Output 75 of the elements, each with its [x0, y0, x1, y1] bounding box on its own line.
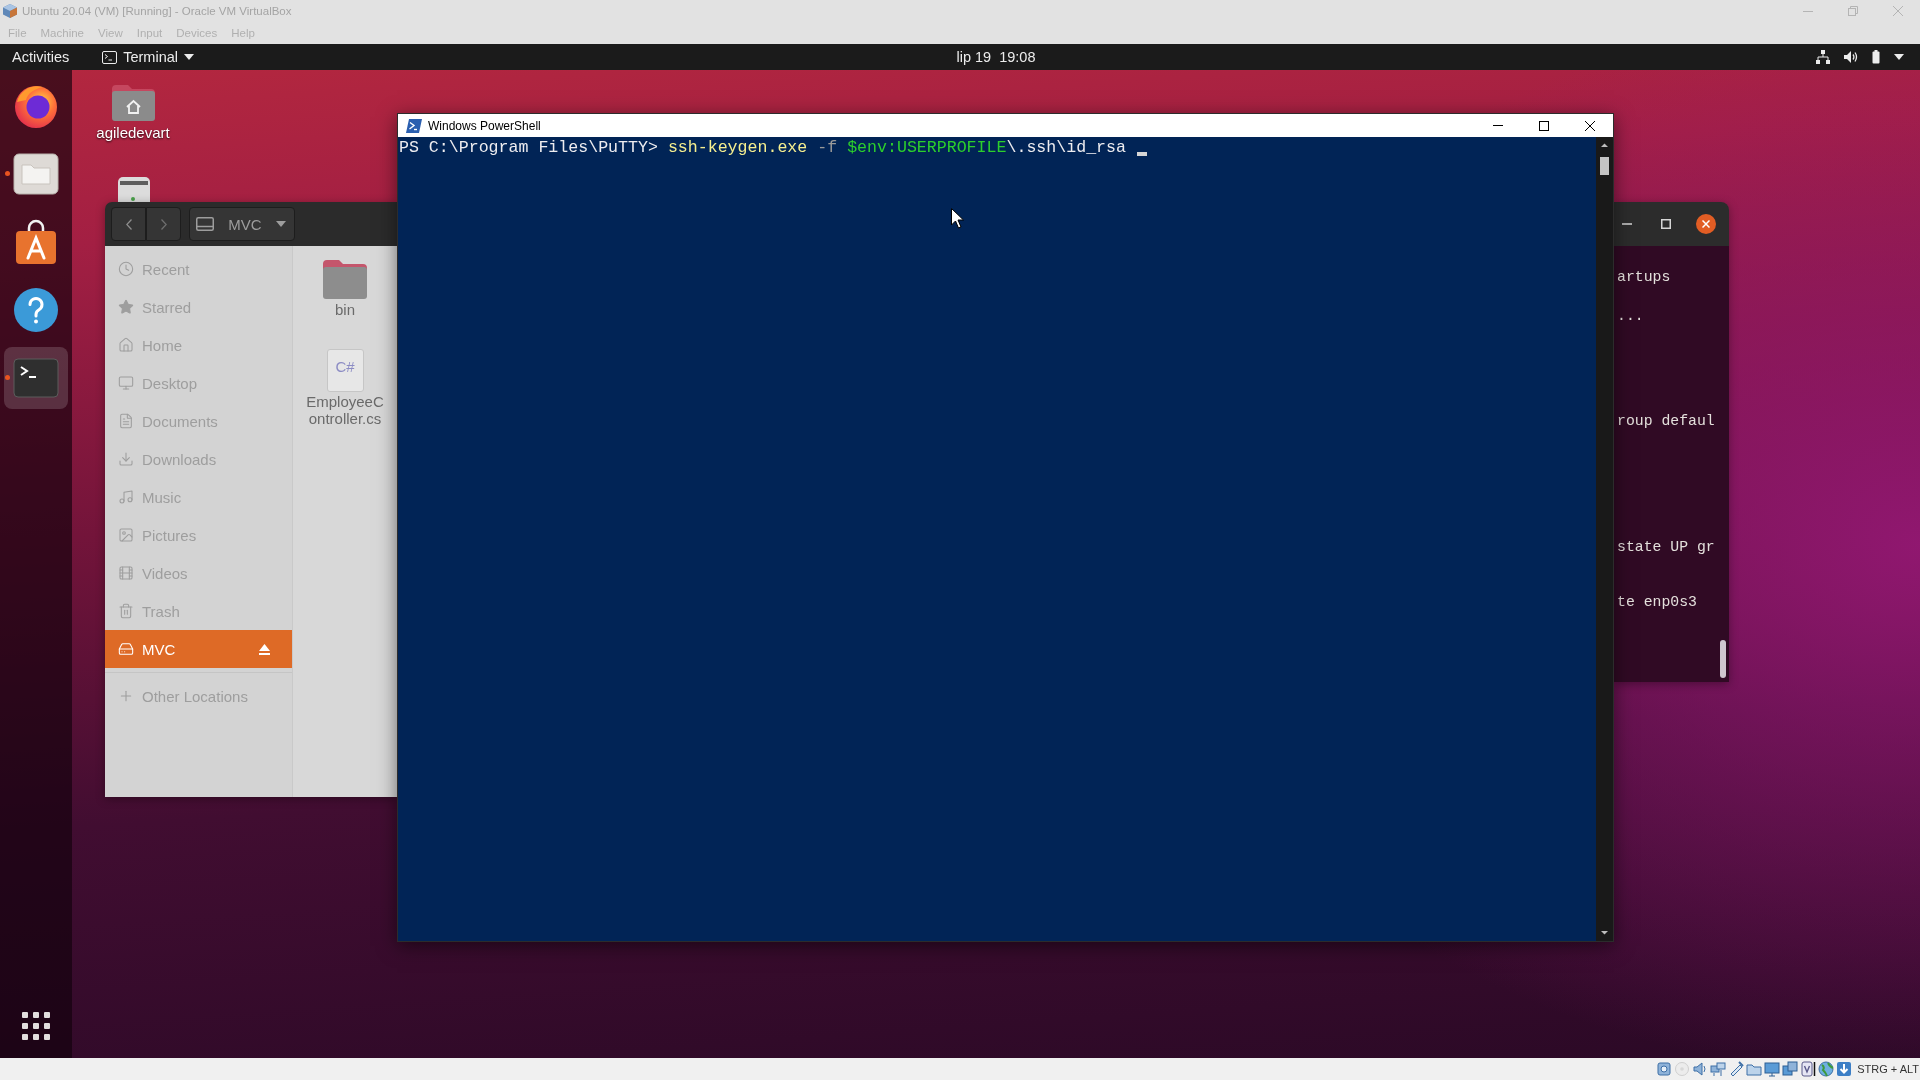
drive-icon[interactable] [116, 176, 152, 202]
scroll-thumb[interactable] [1600, 157, 1609, 175]
folder-icon [13, 153, 59, 195]
close-icon [1585, 120, 1595, 131]
terminal-line: ... [1617, 307, 1644, 326]
minimize-icon [1493, 125, 1503, 126]
cube-icon [2, 3, 18, 19]
sidebar-item[interactable]: MVC [105, 630, 292, 668]
terminal-line: state UP gr [1617, 538, 1715, 557]
desktop-shortcut[interactable]: agiledevart [88, 83, 178, 142]
grid-icon [22, 1012, 50, 1040]
music-note-icon [118, 489, 134, 505]
path-button[interactable]: MVC [189, 207, 295, 241]
speaker-icon[interactable] [1692, 1061, 1709, 1077]
back-button[interactable] [111, 207, 146, 241]
speaker-icon [1844, 50, 1858, 64]
shopping-bag-icon [14, 219, 58, 265]
maximize-icon [1661, 219, 1671, 229]
monitor-icon [118, 375, 134, 391]
code-file-icon: C# [326, 348, 364, 392]
minimize-icon [1802, 10, 1813, 12]
terminal-line: te enp0s3 [1617, 593, 1697, 612]
globe-icon [13, 83, 59, 129]
minimize-icon [1622, 223, 1632, 225]
close-icon [1892, 6, 1903, 16]
caret-icon [184, 54, 194, 60]
usb-icon[interactable] [1728, 1061, 1745, 1077]
chip-icon[interactable] [1800, 1061, 1817, 1077]
download-icon [118, 451, 134, 467]
scrollbar[interactable] [1596, 137, 1613, 941]
app-menu-button[interactable]: Terminal [102, 44, 194, 70]
folder-icon [321, 258, 369, 300]
caret-icon [276, 221, 286, 227]
caret-icon [1894, 54, 1904, 60]
network-icon [1816, 50, 1830, 64]
terminal-icon [13, 358, 59, 398]
clock-icon [118, 261, 134, 277]
film-icon [118, 565, 134, 581]
window-title: Ubuntu 20.04 (VM) [Running] - Oracle VM VirtualBox [22, 5, 292, 17]
house-icon [118, 337, 134, 353]
mouse-pointer-icon [951, 208, 964, 229]
drive-icon [118, 641, 134, 657]
folder-entry[interactable]: bin [303, 258, 387, 319]
terminal-line: artups [1617, 268, 1671, 287]
network-icon[interactable] [1710, 1061, 1727, 1077]
window-title: Windows PowerShell [428, 118, 541, 133]
drive-icon [196, 217, 214, 231]
host-key-label: STRG + ALT [1857, 1063, 1919, 1075]
battery-icon [1872, 50, 1880, 64]
trash-icon [118, 603, 134, 619]
scroll-thumb[interactable] [1720, 640, 1726, 678]
document-entry[interactable]: C# EmployeeController.cs [303, 348, 387, 428]
home-folder-icon [109, 83, 157, 122]
eject-icon [259, 643, 270, 655]
windows-icon[interactable] [1782, 1061, 1799, 1077]
monitor-icon[interactable] [1764, 1061, 1781, 1077]
terminal-icon [102, 50, 118, 64]
star-icon [118, 299, 134, 315]
picture-icon [118, 527, 134, 543]
command-line: PS C:\Program Files\PuTTY> ssh-keygen.exe -f $env:USERPROFILE\.ssh\id_rsa [399, 137, 1126, 159]
close-button[interactable] [1696, 214, 1716, 234]
plus-icon [118, 688, 134, 704]
chevron-right-icon [160, 218, 167, 230]
terminal-icon [406, 118, 422, 133]
restore-icon [1847, 6, 1858, 16]
shared-folder-icon[interactable] [1746, 1061, 1763, 1077]
maximize-icon [1539, 120, 1549, 131]
activities-button[interactable]: Activities [0, 44, 80, 70]
document-icon [118, 413, 134, 429]
clock-button[interactable]: lip 19 19:08 [952, 44, 1040, 70]
close-icon [1702, 220, 1710, 228]
chevron-left-icon [125, 218, 132, 230]
show-apps-button[interactable] [22, 1012, 50, 1040]
terminal-line: roup defaul [1617, 412, 1715, 431]
question-mark-icon [13, 287, 59, 333]
